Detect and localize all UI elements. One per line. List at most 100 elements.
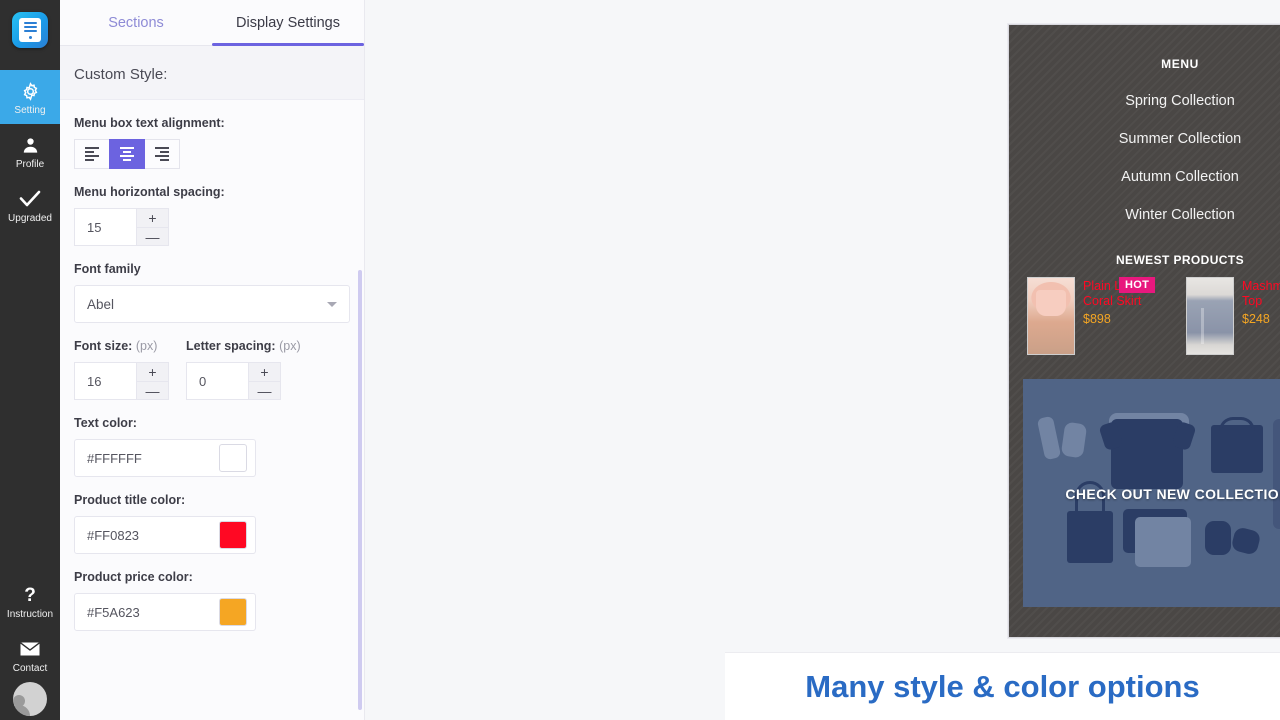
person-icon [21, 134, 40, 156]
product-card[interactable]: Mashmallow Top $248 [1186, 277, 1280, 355]
app-logo[interactable] [12, 12, 48, 48]
avatar[interactable] [13, 682, 47, 716]
spacing-input[interactable]: 15 [74, 208, 137, 246]
status-badge: HOT [1119, 277, 1155, 293]
align-center-icon [120, 147, 134, 161]
sidebar-item-contact[interactable]: Contact [0, 628, 60, 682]
product-price: $248 [1242, 312, 1280, 326]
sidebar-item-setting[interactable]: Setting [0, 70, 60, 124]
align-right-button[interactable] [144, 139, 180, 169]
question-mark-icon: ? [20, 584, 40, 606]
field-font-family: Font family Abel [60, 246, 364, 323]
font-size-decrement-button[interactable]: — [137, 381, 169, 400]
field-menu-box-text-alignment: Menu box text alignment: [60, 100, 364, 169]
product-title-color-swatch[interactable] [219, 521, 247, 549]
font-size-input[interactable]: 16 [74, 362, 137, 400]
alignment-label: Menu box text alignment: [74, 116, 350, 130]
preview-menu-link[interactable]: Spring Collection [1021, 93, 1280, 109]
caption-text: Many style & color options [805, 669, 1199, 705]
spacing-stepper: 15 + — [74, 208, 169, 246]
text-color-swatch[interactable] [219, 444, 247, 472]
field-letter-spacing: Letter spacing: (px) 0 + — [186, 339, 301, 400]
sidebar-item-instruction[interactable]: ? Instruction [0, 574, 60, 628]
caption-bar: Many style & color options [725, 652, 1280, 720]
preview-menu-link[interactable]: Summer Collection [1021, 131, 1280, 147]
letter-spacing-unit: (px) [279, 339, 301, 353]
font-size-increment-button[interactable]: + [137, 362, 169, 381]
letter-spacing-decrement-button[interactable]: — [249, 381, 281, 400]
sidebar-item-profile[interactable]: Profile [0, 124, 60, 178]
panel-scroll-area: Custom Style: Menu box text alignment: [60, 46, 364, 720]
product-price-color-value: #F5A623 [87, 605, 140, 620]
sidebar-item-label: Setting [14, 105, 45, 116]
custom-style-heading: Custom Style: [60, 46, 364, 100]
align-center-button[interactable] [109, 139, 145, 169]
sidebar-item-label: Profile [16, 159, 44, 170]
letter-spacing-input[interactable]: 0 [186, 362, 249, 400]
display-settings-panel: Sections Display Settings Custom Style: … [60, 0, 365, 720]
preview-frame: MENU Spring Collection Summer Collection… [1008, 24, 1280, 638]
font-family-label: Font family [74, 262, 350, 276]
check-icon [18, 188, 42, 210]
letter-spacing-label: Letter spacing: (px) [186, 339, 301, 353]
letter-spacing-increment-button[interactable]: + [249, 362, 281, 381]
preview-menu-title: MENU [1021, 57, 1280, 71]
sidebar-item-label: Upgraded [8, 213, 52, 224]
letter-spacing-stepper: 0 + — [186, 362, 281, 400]
font-size-stepper: 16 + — [74, 362, 169, 400]
product-title-color-label: Product title color: [74, 493, 350, 507]
spacing-increment-button[interactable]: + [137, 208, 169, 227]
app-root: Setting Profile Upgraded ? [0, 0, 1280, 720]
alignment-button-group [74, 139, 350, 169]
envelope-icon [19, 638, 41, 660]
font-size-unit: (px) [136, 339, 158, 353]
gear-icon [20, 80, 41, 102]
preview-menu-link[interactable]: Winter Collection [1021, 207, 1280, 223]
font-size-label: Font size: (px) [74, 339, 169, 353]
panel-scrollbar[interactable] [358, 270, 362, 710]
preview-window: MENU Spring Collection Summer Collection… [1008, 24, 1280, 638]
product-title-color-value: #FF0823 [87, 528, 139, 543]
product-title-color-input-row[interactable]: #FF0823 [74, 516, 256, 554]
preview-product-row: Plain Light Coral Skirt $898 HOT Mashmal… [1021, 277, 1280, 355]
banner-caption: CHECK OUT NEW COLLECTION! [1023, 486, 1280, 502]
product-card[interactable]: Plain Light Coral Skirt $898 HOT [1027, 277, 1174, 355]
font-family-value: Abel [87, 297, 114, 312]
sidebar-item-label: Contact [13, 663, 47, 674]
chevron-down-icon [327, 302, 337, 307]
preview-newest-products-title: NEWEST PRODUCTS [1021, 253, 1280, 267]
preview-content: MENU Spring Collection Summer Collection… [1009, 25, 1280, 637]
font-family-select[interactable]: Abel [74, 285, 350, 323]
preview-banner[interactable]: CHECK OUT NEW COLLECTION! [1023, 379, 1280, 607]
sidebar-item-label: Instruction [7, 609, 53, 620]
field-text-color: Text color: #FFFFFF [60, 400, 364, 477]
product-price-color-input-row[interactable]: #F5A623 [74, 593, 256, 631]
product-price: $898 [1083, 312, 1174, 326]
panel-tabs: Sections Display Settings [60, 0, 364, 46]
product-image [1027, 277, 1075, 355]
spacing-label: Menu horizontal spacing: [74, 185, 350, 199]
text-color-input-row[interactable]: #FFFFFF [74, 439, 256, 477]
field-font-size: Font size: (px) 16 + — [74, 339, 169, 400]
align-left-icon [85, 147, 99, 161]
preview-menu-link[interactable]: Autumn Collection [1021, 169, 1280, 185]
blue-jeans-photo [1187, 278, 1233, 354]
align-left-button[interactable] [74, 139, 110, 169]
field-product-title-color: Product title color: #FF0823 [60, 477, 364, 554]
field-product-price-color: Product price color: #F5A623 [60, 554, 364, 631]
align-right-icon [155, 147, 169, 161]
product-price-color-swatch[interactable] [219, 598, 247, 626]
pink-shorts-photo [1028, 278, 1074, 354]
text-color-value: #FFFFFF [87, 451, 142, 466]
spacing-decrement-button[interactable]: — [137, 227, 169, 246]
tab-sections[interactable]: Sections [60, 0, 212, 45]
text-color-label: Text color: [74, 416, 350, 430]
left-icon-rail: Setting Profile Upgraded ? [0, 0, 60, 720]
product-image [1186, 277, 1234, 355]
tab-display-settings[interactable]: Display Settings [212, 0, 364, 45]
field-font-metrics: Font size: (px) 16 + — Letter spacing: [60, 323, 364, 400]
svg-text:?: ? [24, 585, 36, 606]
sidebar-item-upgraded[interactable]: Upgraded [0, 178, 60, 232]
product-price-color-label: Product price color: [74, 570, 350, 584]
field-menu-horizontal-spacing: Menu horizontal spacing: 15 + — [60, 169, 364, 246]
